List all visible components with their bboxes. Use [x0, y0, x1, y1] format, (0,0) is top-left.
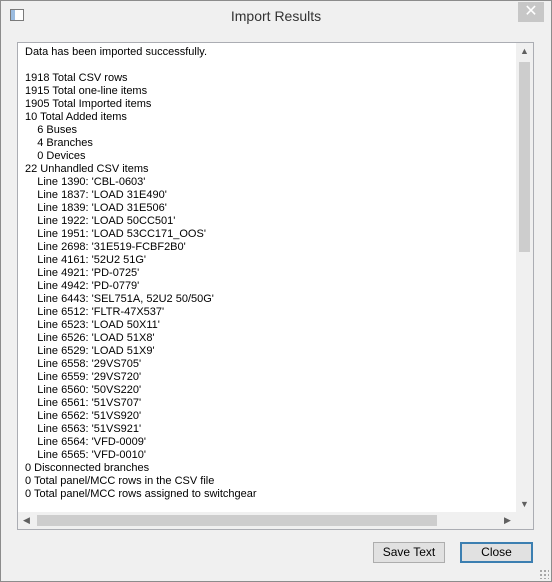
scroll-right-icon[interactable]: ▶: [499, 512, 516, 529]
result-line: Line 6565: 'VFD-0010': [25, 449, 146, 461]
result-line: 22 Unhandled CSV items: [25, 163, 149, 175]
dialog-title: Import Results: [230, 8, 322, 24]
resize-grip-icon[interactable]: [539, 569, 549, 579]
result-line: Line 6563: '51VS921': [25, 423, 142, 435]
results-text-area[interactable]: Data has been imported successfully. 1918…: [25, 46, 515, 512]
close-button[interactable]: Close: [460, 542, 533, 563]
result-line: Line 6443: 'SEL751A, 52U2 50/50G': [25, 293, 214, 305]
result-line: 6 Buses: [25, 124, 77, 136]
result-line: 0 Total panel/MCC rows in the CSV file: [25, 475, 215, 487]
result-line: 1915 Total one-line items: [25, 85, 148, 97]
results-text-box[interactable]: Data has been imported successfully. 1918…: [17, 42, 534, 530]
horizontal-scroll-thumb[interactable]: [37, 515, 437, 526]
result-line: Line 6564: 'VFD-0009': [25, 436, 146, 448]
vertical-scroll-thumb[interactable]: [519, 62, 530, 252]
result-line: Line 6512: 'FLTR-47X537': [25, 306, 165, 318]
result-line: Line 6523: 'LOAD 50X11': [25, 319, 160, 331]
result-line: Line 2698: '31E519-FCBF2B0': [25, 241, 186, 253]
scrollbar-corner: [516, 512, 533, 529]
horizontal-scrollbar[interactable]: ◀ ▶: [18, 512, 516, 529]
result-line: Line 1839: 'LOAD 31E506': [25, 202, 167, 214]
result-line: 0 Devices: [25, 150, 86, 162]
result-line: Line 4921: 'PD-0725': [25, 267, 140, 279]
result-line: Line 1837: 'LOAD 31E490': [25, 189, 167, 201]
result-line: 10 Total Added items: [25, 111, 127, 123]
vertical-scrollbar[interactable]: ▲ ▼: [516, 43, 533, 513]
result-line: 4 Branches: [25, 137, 93, 149]
result-line: Line 4161: '52U2 51G': [25, 254, 147, 266]
result-line: 1918 Total CSV rows: [25, 72, 128, 84]
result-line: Line 1951: 'LOAD 53CC171_OOS': [25, 228, 206, 240]
result-line: 0 Disconnected branches: [25, 462, 150, 474]
scroll-up-icon[interactable]: ▲: [516, 43, 533, 60]
result-line: Line 6562: '51VS920': [25, 410, 142, 422]
result-line: 1905 Total Imported items: [25, 98, 152, 110]
scroll-down-icon[interactable]: ▼: [516, 496, 533, 513]
result-line: Line 6561: '51VS707': [25, 397, 142, 409]
save-text-button[interactable]: Save Text: [373, 542, 445, 563]
result-line: Line 6560: '50VS220': [25, 384, 142, 396]
result-line: Data has been imported successfully.: [25, 46, 207, 58]
title-bar[interactable]: Import Results ✕: [1, 1, 551, 31]
result-line: Line 6529: 'LOAD 51X9': [25, 345, 155, 357]
result-line: Line 6558: '29VS705': [25, 358, 142, 370]
scroll-left-icon[interactable]: ◀: [18, 512, 35, 529]
import-results-dialog: Import Results ✕ Data has been imported …: [0, 0, 552, 582]
close-window-button[interactable]: ✕: [518, 2, 544, 22]
result-line: Line 1390: 'CBL-0603': [25, 176, 146, 188]
result-line: Line 6526: 'LOAD 51X8': [25, 332, 155, 344]
result-line: 0 Total panel/MCC rows assigned to switc…: [25, 488, 257, 500]
result-line: Line 4942: 'PD-0779': [25, 280, 140, 292]
result-line: Line 6559: '29VS720': [25, 371, 142, 383]
result-line: Line 1922: 'LOAD 50CC501': [25, 215, 176, 227]
